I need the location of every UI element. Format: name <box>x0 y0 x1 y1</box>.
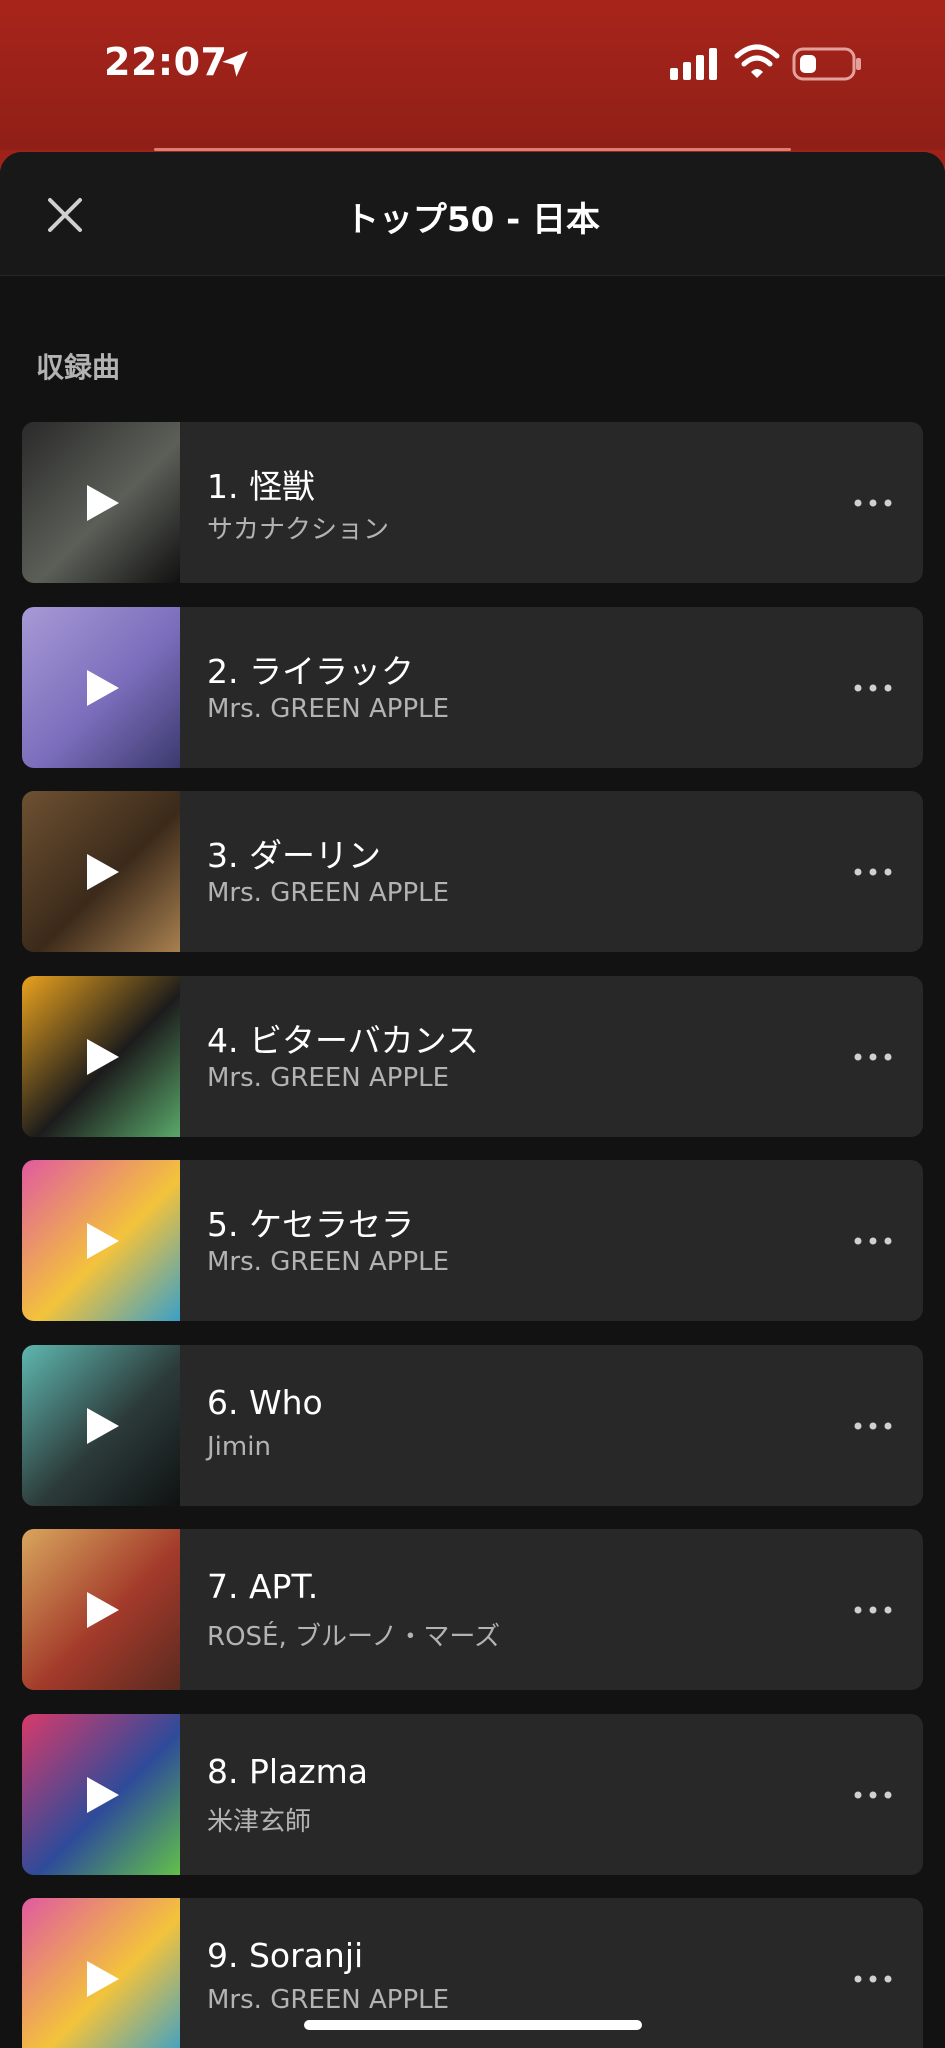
track-title: 6. Who <box>207 1382 323 1422</box>
track-artist: ROSÉ, ブルーノ・マーズ <box>207 1622 501 1652</box>
album-art[interactable] <box>22 975 180 1137</box>
track-row[interactable]: 6. Who Jimin <box>22 1344 923 1506</box>
page-title: トップ50 - 日本 <box>344 200 601 240</box>
section-heading: 収録曲 <box>36 351 121 384</box>
track-title: 1. 怪獣 <box>207 467 315 506</box>
wifi-icon <box>734 44 780 78</box>
track-artist: Mrs. GREEN APPLE <box>207 1062 450 1093</box>
play-icon[interactable] <box>85 852 121 892</box>
play-icon[interactable] <box>85 483 121 523</box>
album-art[interactable] <box>22 1529 180 1690</box>
home-indicator[interactable] <box>304 2020 642 2030</box>
play-icon[interactable] <box>85 1959 121 1999</box>
sheet-top-edge <box>154 148 791 151</box>
track-artist: Mrs. GREEN APPLE <box>207 878 450 908</box>
album-art[interactable] <box>22 606 180 768</box>
track-artist: 米津玄師 <box>207 1806 312 1837</box>
more-options-icon[interactable] <box>853 859 893 885</box>
battery-low-icon <box>792 47 861 81</box>
track-artist: Mrs. GREEN APPLE <box>207 1247 450 1277</box>
track-row[interactable]: 1. 怪獣サカナクション <box>22 422 923 583</box>
album-art[interactable] <box>22 1898 180 2048</box>
album-art[interactable] <box>22 791 180 952</box>
track-artist: Jimin <box>207 1431 271 1462</box>
album-art[interactable] <box>22 1344 180 1506</box>
more-options-icon[interactable] <box>853 1413 893 1439</box>
more-options-icon[interactable] <box>853 1228 893 1254</box>
play-icon[interactable] <box>85 668 121 708</box>
tracklist-sheet: トップ50 - 日本 収録曲 1. 怪獣 サカナクション 2. ライラック Mrs. … <box>0 152 945 2048</box>
track-artist: サカナクション <box>207 515 390 545</box>
track-title: 7. APT. <box>207 1567 319 1606</box>
track-title: 9. Soranji <box>207 1936 364 1975</box>
track-artist: Mrs. GREEN APPLE <box>207 693 450 724</box>
album-art[interactable] <box>22 422 180 583</box>
more-options-icon[interactable] <box>853 1782 893 1808</box>
status-bar: 22:07 <box>0 0 945 150</box>
track-row[interactable]: 3. ダーリン Mrs. GREEN APPLE <box>22 791 923 952</box>
track-title: 5. ケセラセラ <box>207 1205 414 1244</box>
play-icon[interactable] <box>85 1037 121 1077</box>
sheet-header: トップ50 - 日本 <box>0 152 945 276</box>
more-options-icon[interactable] <box>853 490 893 516</box>
play-icon[interactable] <box>85 1775 121 1815</box>
cellular-signal-icon <box>670 48 717 80</box>
track-artist: Mrs. GREEN APPLE <box>207 1985 450 2015</box>
play-icon[interactable] <box>85 1221 121 1261</box>
status-time: 22:07 <box>104 40 228 84</box>
track-row[interactable]: 7. APT. ROSÉ, ブルーノ・マーズ <box>22 1529 923 1690</box>
track-row[interactable]: 5. ケセラセラ Mrs. GREEN APPLE <box>22 1160 923 1321</box>
more-options-icon[interactable] <box>853 1597 893 1623</box>
track-title: 2. ライラック <box>207 651 414 691</box>
track-row[interactable]: 4. ビターバカンス Mrs. GREEN APPLE <box>22 975 923 1137</box>
track-title: 8. Plazma <box>207 1751 368 1791</box>
track-row[interactable]: 2. ライラック Mrs. GREEN APPLE <box>22 606 923 768</box>
more-options-icon[interactable] <box>853 1966 893 1992</box>
album-art[interactable] <box>22 1713 180 1875</box>
more-options-icon[interactable] <box>853 675 893 701</box>
track-title: 3. ダーリン <box>207 836 381 875</box>
play-icon[interactable] <box>85 1406 121 1446</box>
track-row[interactable]: 8. Plazma 米津玄師 <box>22 1713 923 1875</box>
track-title: 4. ビターバカンス <box>207 1020 479 1060</box>
play-icon[interactable] <box>85 1590 121 1630</box>
album-art[interactable] <box>22 1160 180 1321</box>
more-options-icon[interactable] <box>853 1044 893 1070</box>
location-arrow-icon <box>222 51 248 77</box>
